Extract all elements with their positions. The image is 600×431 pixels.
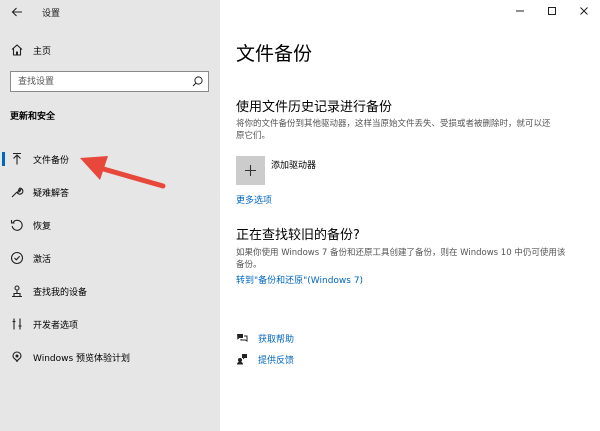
back-arrow-icon bbox=[11, 7, 22, 17]
app-title: 设置 bbox=[42, 9, 61, 19]
feedback-link[interactable]: 提供反馈 bbox=[258, 353, 294, 366]
chat-help-icon bbox=[237, 334, 248, 342]
home-icon bbox=[11, 44, 23, 56]
sidebar-item-label: Windows 预览体验计划 bbox=[33, 354, 131, 364]
more-options-link[interactable]: 更多选项 bbox=[236, 193, 272, 206]
close-button[interactable] bbox=[568, 0, 600, 22]
page-title: 文件备份 bbox=[236, 43, 313, 65]
maximize-button[interactable] bbox=[536, 0, 568, 22]
active-indicator bbox=[2, 152, 5, 166]
main-content: 文件备份 使用文件历史记录进行备份 将你的文件备份到其他驱动器，这样当原始文件丢… bbox=[220, 0, 600, 431]
sidebar-item-label: 开发者选项 bbox=[33, 321, 79, 331]
older-backup-description: 如果你使用 Windows 7 备份和还原工具创建了备份，则在 Windows … bbox=[236, 248, 566, 270]
older-backup-heading: 正在查找较旧的备份? bbox=[236, 228, 360, 243]
minimize-icon bbox=[516, 10, 524, 12]
add-drive-button[interactable] bbox=[236, 156, 265, 185]
feedback-icon bbox=[237, 354, 247, 365]
minimize-button[interactable] bbox=[504, 0, 536, 22]
history-heading: 使用文件历史记录进行备份 bbox=[236, 100, 393, 115]
add-drive-label[interactable]: 添加驱动器 bbox=[271, 158, 316, 171]
plus-icon bbox=[245, 165, 256, 176]
sidebar-item-insider[interactable]: Windows 预览体验计划 bbox=[0, 343, 220, 371]
sidebar-item-label: 文件备份 bbox=[33, 156, 70, 166]
recovery-icon bbox=[10, 219, 23, 231]
search-box bbox=[10, 71, 209, 92]
backup-icon bbox=[13, 152, 21, 165]
sidebar-item-label: 疑难解答 bbox=[33, 189, 70, 199]
search-input[interactable] bbox=[11, 72, 191, 91]
titlebar-left: 设置 bbox=[0, 0, 220, 24]
developer-icon bbox=[12, 318, 22, 330]
sidebar-item-find-device[interactable]: 查找我的设备 bbox=[0, 277, 220, 305]
search-icon[interactable] bbox=[192, 76, 203, 87]
back-button[interactable] bbox=[8, 3, 26, 21]
history-description: 将你的文件备份到其他驱动器，这样当原始文件丢失、受损或者被删除时，就可以还原它们… bbox=[236, 119, 551, 141]
sidebar-item-activation[interactable]: 激活 bbox=[0, 244, 220, 272]
find-device-icon bbox=[12, 285, 22, 298]
sidebar-item-home[interactable]: 主页 bbox=[0, 38, 220, 62]
sidebar-item-developer[interactable]: 开发者选项 bbox=[0, 310, 220, 338]
get-help-link[interactable]: 获取帮助 bbox=[258, 332, 294, 345]
home-label: 主页 bbox=[33, 47, 52, 57]
sidebar-item-label: 查找我的设备 bbox=[33, 288, 88, 298]
window-controls bbox=[504, 0, 600, 22]
insider-icon bbox=[12, 351, 22, 363]
activation-icon bbox=[10, 251, 24, 265]
sidebar-item-backup[interactable]: 文件备份 bbox=[0, 145, 220, 173]
backup-restore-link[interactable]: 转到"备份和还原"(Windows 7) bbox=[236, 273, 363, 286]
sidebar-item-label: 恢复 bbox=[33, 222, 52, 232]
sidebar-item-troubleshoot[interactable]: 疑难解答 bbox=[0, 178, 220, 206]
wrench-icon bbox=[11, 187, 24, 198]
section-title: 更新和安全 bbox=[10, 112, 56, 122]
sidebar-item-recovery[interactable]: 恢复 bbox=[0, 211, 220, 239]
maximize-icon bbox=[548, 7, 556, 15]
sidebar-item-label: 激活 bbox=[33, 255, 52, 265]
sidebar: 设置 主页 更新和安全 文件备份 疑难解答 恢复 bbox=[0, 0, 220, 431]
close-icon bbox=[580, 7, 588, 15]
